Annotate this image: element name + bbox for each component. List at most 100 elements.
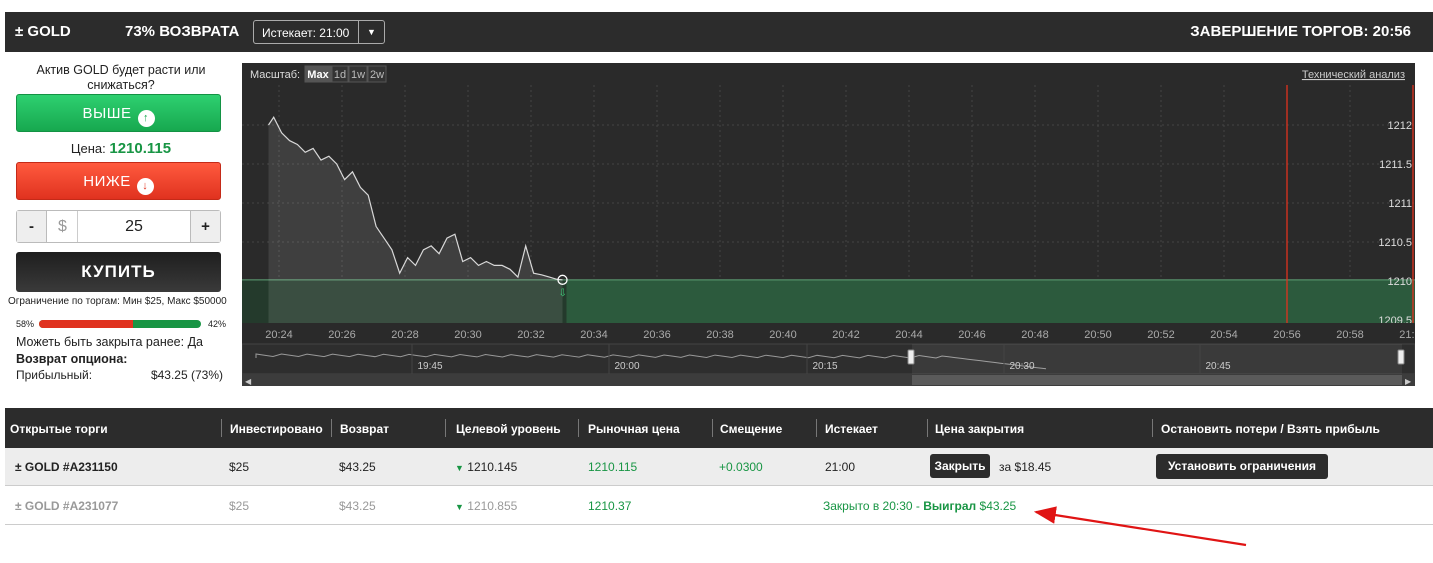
col-close-price: Цена закрытия: [935, 422, 1025, 436]
expiry-select[interactable]: Истекает: 21:00 ▼: [253, 20, 385, 44]
y-tick-label: 1211: [1388, 198, 1412, 210]
price-chart[interactable]: ⇩ Масштаб: Max 1d 1w 2w Технический анализ 1212…: [242, 63, 1415, 386]
x-tick-label: 20:58: [1336, 329, 1364, 341]
x-tick-label: 20:42: [832, 329, 860, 341]
option-return-title: Возврат опциона:: [16, 352, 128, 366]
col-invested: Инвестировано: [230, 422, 323, 436]
sentiment-bar-down: [39, 320, 133, 328]
set-limits-button[interactable]: Установить ограничения: [1156, 454, 1328, 479]
sentiment-up-percent: 42%: [207, 319, 226, 329]
col-target-level: Целевой уровень: [456, 422, 561, 436]
early-close-info: Можеть быть закрыта ранее: Да: [16, 335, 203, 349]
profit-info: Прибыльный: $43.25 (73%): [16, 368, 223, 382]
x-tick-label: 20:36: [643, 329, 671, 341]
technical-analysis-link[interactable]: Технический анализ: [1302, 69, 1405, 81]
close-trade-button[interactable]: Закрыть: [930, 454, 990, 478]
trade-expires: 21:00: [825, 460, 856, 474]
trade-invested: $25: [229, 499, 250, 513]
col-divider: [445, 419, 446, 437]
trade-market-price: 1210.115: [588, 460, 638, 474]
entry-zone-future: [566, 279, 1415, 323]
col-divider: [816, 419, 817, 437]
amount-input[interactable]: 25: [79, 211, 189, 242]
buy-button[interactable]: КУПИТЬ: [16, 252, 221, 292]
col-divider: [331, 419, 332, 437]
arrow-down-icon: ↓: [136, 178, 154, 195]
current-price: Цена: 1210.115: [5, 140, 237, 157]
trader-sentiment: 58% 42%: [16, 318, 226, 330]
down-button[interactable]: НИЖЕ ↓: [16, 162, 221, 200]
zoom-1w-label: 1w: [351, 69, 365, 81]
plus-minus-icon: ±: [15, 23, 24, 40]
table-row[interactable]: ± GOLD #A231150 $25 $43.25 ▼ 1210.145 12…: [5, 448, 1433, 486]
sentiment-down-percent: 58%: [16, 319, 35, 329]
won-label: Выиграл: [923, 499, 977, 513]
navigator-tick-label: 20:45: [1205, 361, 1230, 372]
return-percent: 73% ВОЗВРАТА: [125, 23, 240, 40]
zoom-1d-label: 1d: [334, 69, 346, 81]
y-tick-label: 1210.5: [1378, 237, 1412, 249]
table-row[interactable]: ± GOLD #A231077 $25 $43.25 ▼ 1210.855 12…: [5, 487, 1433, 525]
trade-asset: ± GOLD #A231150: [15, 460, 118, 474]
trade-asset: ± GOLD #A231077: [15, 499, 119, 513]
increase-amount-button[interactable]: +: [190, 211, 220, 242]
navigator-tick-label: 19:45: [417, 361, 442, 372]
x-tick-label: 20:56: [1273, 329, 1301, 341]
navigator-right-handle: [1397, 349, 1405, 365]
y-tick-label: 1212: [1388, 120, 1412, 132]
navigator-tick-label: 20:15: [812, 361, 837, 372]
col-stop-loss-take-profit: Остановить потери / Взять прибыль: [1161, 422, 1380, 436]
scroll-right-icon: ▶: [1405, 377, 1412, 386]
profit-label: Прибыльный:: [16, 368, 93, 382]
x-tick-label: 20:46: [958, 329, 986, 341]
col-market-price: Рыночная цена: [588, 422, 680, 436]
x-tick-label: 20:38: [706, 329, 734, 341]
close-amount-info: за $18.45: [999, 460, 1052, 474]
x-tick-label: 20:40: [769, 329, 797, 341]
x-tick-label: 20:24: [265, 329, 293, 341]
triangle-down-icon: ▼: [455, 463, 464, 473]
x-tick-label: 20:48: [1021, 329, 1049, 341]
navigator-tick-label: 20:30: [1009, 361, 1034, 372]
up-button[interactable]: ВЫШЕ ↑: [16, 94, 221, 132]
y-tick-label: 1210: [1388, 276, 1412, 288]
col-offset: Смещение: [720, 422, 783, 436]
x-tick-label: 20:32: [517, 329, 545, 341]
down-button-label: НИЖЕ: [83, 173, 131, 190]
scroll-left-icon: ◀: [245, 377, 252, 386]
triangle-down-icon: ▼: [455, 502, 464, 512]
zoom-2w-label: 2w: [370, 69, 384, 81]
trade-return: $43.25: [339, 499, 376, 513]
navigator-range: [912, 344, 1402, 374]
up-button-label: ВЫШЕ: [82, 105, 132, 122]
trade-target: ▼ 1210.145: [455, 460, 518, 474]
col-return: Возврат: [340, 422, 390, 436]
asset-name[interactable]: ± GOLD: [15, 23, 71, 40]
x-tick-label: 20:44: [895, 329, 923, 341]
price-label: Цена:: [70, 141, 106, 156]
profit-value: $43.25 (73%): [150, 368, 223, 382]
expiry-label: Истекает: 21:00: [262, 26, 350, 40]
arrow-up-icon: ↑: [137, 110, 155, 127]
decrease-amount-button[interactable]: -: [17, 211, 47, 242]
plus-minus-icon: ±: [15, 499, 25, 513]
col-open-trades: Открытые торги: [10, 422, 108, 436]
col-divider: [578, 419, 579, 437]
amount-stepper: - $ 25 +: [16, 210, 221, 243]
direction-question: Актив GOLD будет расти или снижаться?: [36, 63, 206, 92]
currency-symbol: $: [48, 211, 78, 242]
x-tick-label: 20:50: [1084, 329, 1112, 341]
price-chart-svg[interactable]: ⇩ Масштаб: Max 1d 1w 2w Технический анализ 1212…: [242, 63, 1415, 386]
trade-down-arrow-icon: ⇩: [559, 288, 567, 299]
y-tick-label: 1211.5: [1379, 159, 1412, 171]
navigator-tick-label: 20:00: [614, 361, 639, 372]
zoom-Max-label: Max: [307, 69, 329, 81]
col-divider: [927, 419, 928, 437]
x-tick-label: 20:26: [328, 329, 356, 341]
col-divider: [221, 419, 222, 437]
x-tick-label: 20:30: [454, 329, 482, 341]
chevron-down-icon[interactable]: ▼: [358, 21, 384, 43]
open-trades-header: Открытые торги Инвестировано Возврат Цел…: [5, 408, 1433, 448]
trade-result: Закрыто в 20:30 - Выиграл $43.25: [823, 499, 1017, 513]
sentiment-bar: [39, 320, 201, 328]
